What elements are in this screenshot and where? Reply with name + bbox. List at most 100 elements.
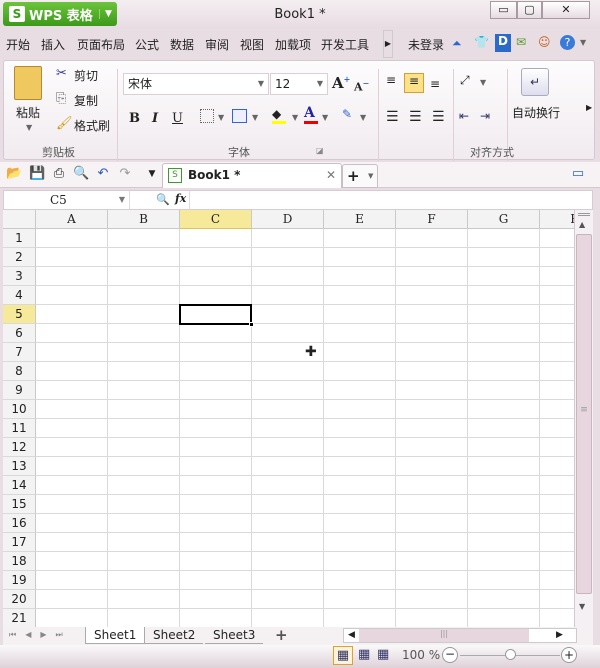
row-header-16[interactable]: 16 <box>3 514 36 533</box>
align-center-icon[interactable]: ☰ <box>409 109 422 125</box>
name-box[interactable]: C5 ▼ <box>4 191 130 209</box>
zoom-slider-thumb[interactable] <box>505 649 516 660</box>
scroll-up-icon[interactable]: ▲ <box>579 220 585 229</box>
row-header-21[interactable]: 21 <box>3 609 36 628</box>
column-header-C[interactable]: C <box>180 210 252 229</box>
column-header-B[interactable]: B <box>108 210 180 229</box>
restore-button[interactable]: ▢ <box>517 1 542 19</box>
community-icon[interactable]: ☺ <box>538 35 551 49</box>
row-header-14[interactable]: 14 <box>3 476 36 495</box>
scroll-thumb[interactable]: ≡ <box>576 234 592 594</box>
cut-button[interactable]: 剪切 <box>74 67 98 84</box>
horizontal-scroll-thumb[interactable]: ||| <box>359 629 529 642</box>
cell-format-icon[interactable] <box>232 109 247 123</box>
column-header-A[interactable]: A <box>36 210 108 229</box>
scroll-down-icon[interactable]: ▼ <box>579 602 585 611</box>
close-tab-icon[interactable]: ✕ <box>326 168 336 182</box>
ribbon-scroll-right[interactable]: ▶ <box>586 103 592 112</box>
tab-home[interactable]: 开始 <box>3 36 33 53</box>
select-all-corner[interactable] <box>3 210 36 229</box>
window-layout-icon[interactable]: ▭ <box>570 166 586 182</box>
decrease-indent-icon[interactable]: ⇤ <box>459 109 469 123</box>
chevron-down-icon[interactable]: ▼ <box>292 113 298 122</box>
login-status[interactable]: 未登录 <box>405 36 447 53</box>
docer-icon[interactable]: D <box>495 34 511 52</box>
wrap-text-icon[interactable]: ↵ <box>521 68 549 96</box>
italic-button[interactable]: I <box>152 111 158 126</box>
customize-toolbar-icon[interactable]: ▼ <box>144 166 160 182</box>
row-header-2[interactable]: 2 <box>3 248 36 267</box>
row-header-20[interactable]: 20 <box>3 590 36 609</box>
zoom-level[interactable]: 100 % <box>402 648 440 662</box>
font-name-select[interactable]: 宋体 ▼ <box>123 73 269 95</box>
align-left-icon[interactable]: ☰ <box>386 109 399 125</box>
shrink-font-icon[interactable]: A− <box>354 78 369 94</box>
row-header-5[interactable]: 5 <box>3 305 36 324</box>
scroll-left-icon[interactable]: ◀ <box>348 630 355 640</box>
chevron-down-icon[interactable]: ▼ <box>360 113 366 122</box>
row-header-11[interactable]: 11 <box>3 419 36 438</box>
align-middle-icon[interactable]: ≡ <box>404 73 424 93</box>
find-formula-icon[interactable]: 🔍 <box>156 193 170 206</box>
copy-button[interactable]: 复制 <box>74 92 98 109</box>
normal-view-icon[interactable]: ▦ <box>333 646 353 665</box>
bold-button[interactable]: B <box>129 111 140 126</box>
page-break-view-icon[interactable]: ▦ <box>358 647 370 662</box>
font-size-select[interactable]: 12 ▼ <box>270 73 328 95</box>
minimize-button[interactable]: ▭ <box>490 1 517 19</box>
row-header-10[interactable]: 10 <box>3 400 36 419</box>
collapse-ribbon-icon[interactable]: ⏶ <box>452 36 462 51</box>
row-header-1[interactable]: 1 <box>3 229 36 248</box>
chevron-down-icon[interactable]: ▼ <box>99 9 117 19</box>
row-header-15[interactable]: 15 <box>3 495 36 514</box>
selected-cell[interactable] <box>179 304 254 327</box>
save-icon[interactable]: 💾 <box>29 166 45 182</box>
print-preview-icon[interactable]: 🔍 <box>73 166 89 182</box>
chevron-down-icon[interactable]: ▼ <box>252 113 258 122</box>
tab-page-layout[interactable]: 页面布局 <box>74 36 128 53</box>
tab-review[interactable]: 审阅 <box>202 36 232 53</box>
chevron-down-icon[interactable]: ▼ <box>322 113 328 122</box>
sheet-tab-3[interactable]: Sheet3 <box>205 627 264 644</box>
vertical-scrollbar[interactable]: ▲ ≡ ▼ <box>574 210 593 628</box>
scroll-right-icon[interactable]: ▶ <box>556 630 563 640</box>
mail-icon[interactable]: ✉ <box>516 35 526 49</box>
grow-font-icon[interactable]: A+ <box>332 74 350 92</box>
row-header-4[interactable]: 4 <box>3 286 36 305</box>
horizontal-scrollbar[interactable]: ◀ ||| ▶ <box>343 628 577 643</box>
column-header-H[interactable]: H <box>540 210 574 229</box>
fx-icon[interactable]: fx <box>175 192 186 205</box>
row-header-12[interactable]: 12 <box>3 438 36 457</box>
clear-format-icon[interactable]: ✎ <box>342 107 352 121</box>
wrap-text-button[interactable]: 自动换行 <box>512 104 560 121</box>
row-header-3[interactable]: 3 <box>3 267 36 286</box>
tabs-scroll-right[interactable]: ▶ <box>383 30 393 58</box>
align-right-icon[interactable]: ☰ <box>432 109 445 125</box>
help-icon[interactable]: ? <box>560 35 575 50</box>
column-header-G[interactable]: G <box>468 210 540 229</box>
split-handle[interactable] <box>578 213 590 216</box>
tab-developer[interactable]: 开发工具 <box>318 36 372 53</box>
paste-button[interactable]: 粘贴 <box>16 104 40 121</box>
tab-view[interactable]: 视图 <box>237 36 267 53</box>
sheet-tab-2[interactable]: Sheet2 <box>145 627 204 644</box>
print-icon[interactable]: ⎙ <box>51 166 67 182</box>
column-header-F[interactable]: F <box>396 210 468 229</box>
row-header-7[interactable]: 7 <box>3 343 36 362</box>
paste-dropdown-icon[interactable]: ▼ <box>26 123 32 132</box>
open-icon[interactable]: 📂 <box>6 166 22 182</box>
tab-data[interactable]: 数据 <box>167 36 197 53</box>
zoom-in-button[interactable]: + <box>561 647 577 663</box>
row-header-9[interactable]: 9 <box>3 381 36 400</box>
help-dropdown-icon[interactable]: ▼ <box>580 38 586 47</box>
format-painter-button[interactable]: 格式刷 <box>74 117 110 134</box>
fill-handle[interactable] <box>249 322 254 327</box>
row-header-17[interactable]: 17 <box>3 533 36 552</box>
row-header-13[interactable]: 13 <box>3 457 36 476</box>
chevron-down-icon[interactable]: ▼ <box>218 113 224 122</box>
paste-icon[interactable] <box>14 66 42 100</box>
text-orientation-icon[interactable]: ⤢ <box>460 73 470 88</box>
font-color-icon[interactable]: A <box>304 105 318 124</box>
sheet-tab-1[interactable]: Sheet1 <box>85 627 146 644</box>
borders-icon[interactable] <box>200 109 214 123</box>
